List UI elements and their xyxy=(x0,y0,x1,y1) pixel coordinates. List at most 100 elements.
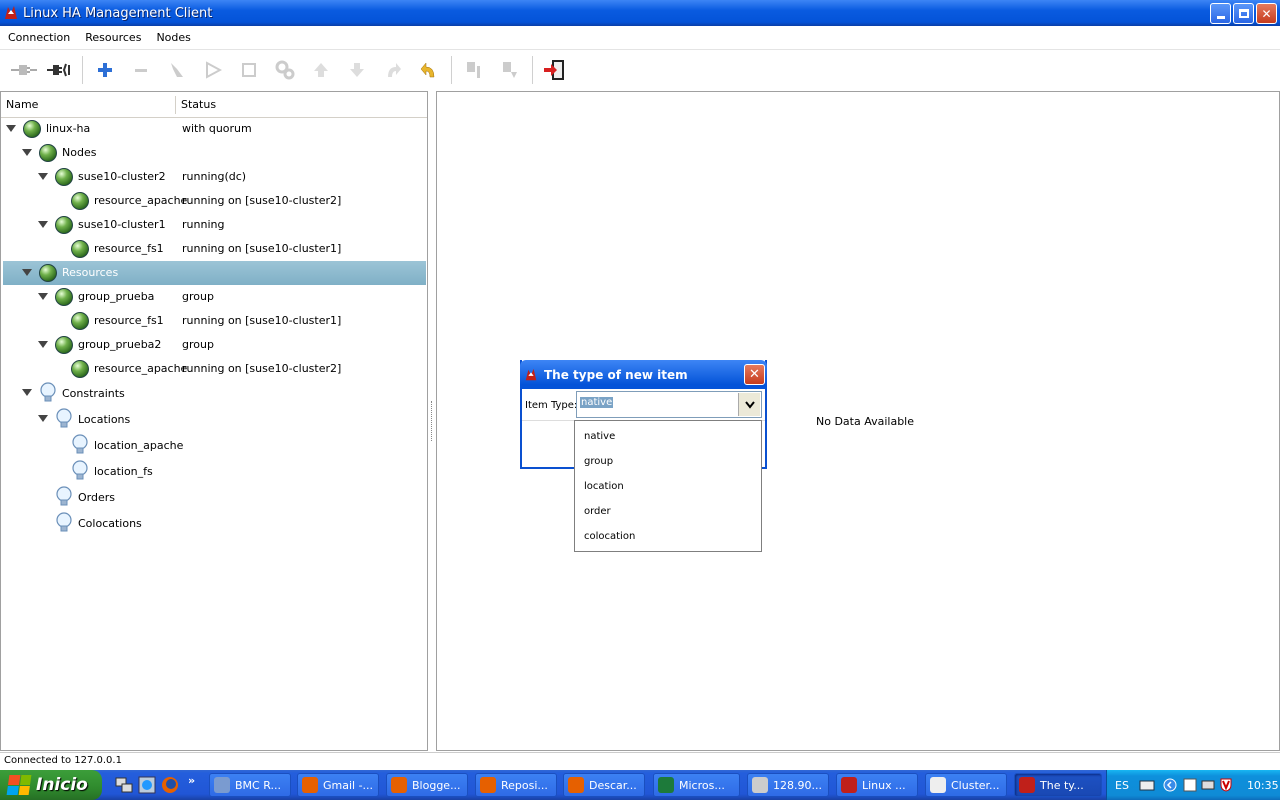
expand-toggle-icon[interactable] xyxy=(22,269,32,276)
tree-row[interactable]: Resources xyxy=(3,261,426,285)
tray-app-icon[interactable] xyxy=(1183,778,1197,792)
start-button[interactable]: Inicio xyxy=(0,770,102,800)
column-name[interactable]: Name xyxy=(1,95,176,114)
menu-resources[interactable]: Resources xyxy=(77,31,148,44)
option-group[interactable]: group xyxy=(584,456,613,467)
option-order[interactable]: order xyxy=(584,506,611,517)
splitter-grip[interactable] xyxy=(431,401,433,441)
status-ok-icon xyxy=(23,120,41,138)
tree-row[interactable]: location_apache xyxy=(3,433,426,459)
maximize-button[interactable] xyxy=(1233,3,1254,24)
undo-button[interactable] xyxy=(411,54,447,86)
tree-node-name: resource_fs1 xyxy=(94,314,164,327)
tree-row[interactable]: linux-ha with quorum xyxy=(3,117,426,141)
title-bar[interactable]: Linux HA Management Client ✕ xyxy=(0,0,1280,26)
item-type-label: Item Type: xyxy=(525,400,578,411)
tree-node-name: Locations xyxy=(78,413,131,426)
item-type-combobox[interactable]: native xyxy=(576,391,762,418)
quicklaunch-overflow-icon[interactable]: » xyxy=(188,774,195,787)
tree-row[interactable]: Nodes xyxy=(3,141,426,165)
tree-row[interactable]: location_fs xyxy=(3,459,426,485)
tree-node-name: location_apache xyxy=(94,439,184,452)
tree-column-header: Name Status xyxy=(1,92,427,118)
gmail-task[interactable]: Gmail -... xyxy=(297,773,379,797)
tree-row[interactable]: resource_fs1 running on [suse10-cluster1] xyxy=(3,309,426,333)
menu-bar: Connection Resources Nodes xyxy=(0,26,1280,50)
dialog-close-button[interactable]: ✕ xyxy=(744,364,765,385)
window-title: Linux HA Management Client xyxy=(23,5,213,21)
exit-button[interactable] xyxy=(537,54,573,86)
disconnect-button[interactable] xyxy=(42,54,78,86)
repository-task[interactable]: Reposi... xyxy=(475,773,557,797)
redo-button[interactable] xyxy=(375,54,411,86)
panel-splitter[interactable] xyxy=(428,91,436,751)
cleanup-button[interactable] xyxy=(159,54,195,86)
tree-row[interactable]: resource_apache running on [suse10-cluste… xyxy=(3,357,426,381)
connect-button[interactable] xyxy=(6,54,42,86)
antivirus-icon[interactable] xyxy=(1219,778,1233,792)
tree-row[interactable]: resource_fs1 running on [suse10-cluster1] xyxy=(3,237,426,261)
clock[interactable]: 10:35 xyxy=(1247,779,1279,792)
tree-row[interactable]: Constraints xyxy=(3,381,426,407)
tree-node-name: resource_apache xyxy=(94,362,188,375)
downloads-task[interactable]: Descar... xyxy=(563,773,645,797)
firefox-icon[interactable] xyxy=(160,775,180,795)
standby-button[interactable] xyxy=(456,54,492,86)
move-down-button[interactable] xyxy=(339,54,375,86)
new-item-dialog-task[interactable]: The ty... xyxy=(1014,773,1102,797)
status-ok-icon xyxy=(39,264,57,282)
tree-node-name: resource_apache xyxy=(94,194,188,207)
expand-toggle-icon[interactable] xyxy=(38,415,48,422)
task-label: Descar... xyxy=(589,778,637,792)
expand-toggle-icon[interactable] xyxy=(6,125,16,132)
item-type-value[interactable]: native xyxy=(580,397,614,408)
remove-button[interactable] xyxy=(123,54,159,86)
menu-nodes[interactable]: Nodes xyxy=(148,31,197,44)
tree-row[interactable]: suse10-cluster2 running(dc) xyxy=(3,165,426,189)
cluster-doc-task[interactable]: Cluster... xyxy=(925,773,1007,797)
minimize-button[interactable] xyxy=(1210,3,1231,24)
tree-node-name: group_prueba2 xyxy=(78,338,162,351)
option-native[interactable]: native xyxy=(584,431,615,442)
expand-toggle-icon[interactable] xyxy=(22,149,32,156)
tree-row[interactable]: resource_apache running on [suse10-cluste… xyxy=(3,189,426,213)
expand-toggle-icon[interactable] xyxy=(38,293,48,300)
close-button[interactable]: ✕ xyxy=(1256,3,1277,24)
menu-connection[interactable]: Connection xyxy=(0,31,77,44)
keyboard-icon[interactable] xyxy=(1139,779,1155,791)
expand-toggle-icon[interactable] xyxy=(38,221,48,228)
column-status[interactable]: Status xyxy=(176,96,216,114)
expand-toggle-icon[interactable] xyxy=(38,173,48,180)
tree-row[interactable]: Orders xyxy=(3,485,426,511)
active-button[interactable] xyxy=(492,54,528,86)
manage-button[interactable] xyxy=(267,54,303,86)
blogger-task[interactable]: Blogge... xyxy=(386,773,468,797)
tree-row[interactable]: Locations xyxy=(3,407,426,433)
stop-button[interactable] xyxy=(231,54,267,86)
excel-task[interactable]: Micros... xyxy=(653,773,740,797)
ssh-task[interactable]: 128.90... xyxy=(747,773,829,797)
tree-node-name: location_fs xyxy=(94,465,153,478)
start-button[interactable] xyxy=(195,54,231,86)
expand-toggle-icon[interactable] xyxy=(22,389,32,396)
option-location[interactable]: location xyxy=(584,481,624,492)
task-label: Gmail -... xyxy=(323,778,374,792)
combobox-dropdown-button[interactable] xyxy=(738,393,760,416)
tree-node-name: resource_fs1 xyxy=(94,242,164,255)
tree-row[interactable]: Colocations xyxy=(3,511,426,537)
dialog-title-bar[interactable]: The type of new item ✕ xyxy=(520,360,767,389)
add-button[interactable] xyxy=(87,54,123,86)
option-colocation[interactable]: colocation xyxy=(584,531,635,542)
tree-row[interactable]: suse10-cluster1 running xyxy=(3,213,426,237)
tree-row[interactable]: group_prueba2 group xyxy=(3,333,426,357)
tree-row[interactable]: group_prueba group xyxy=(3,285,426,309)
language-indicator[interactable]: ES xyxy=(1115,779,1129,792)
linux-ha-task[interactable]: Linux ... xyxy=(836,773,918,797)
network-icon[interactable] xyxy=(114,775,134,795)
tray-network-icon[interactable] xyxy=(1201,778,1215,792)
bmc-task[interactable]: BMC R... xyxy=(209,773,291,797)
expand-toggle-icon[interactable] xyxy=(38,341,48,348)
tray-expand-icon[interactable] xyxy=(1163,778,1177,792)
internet-explorer-icon[interactable] xyxy=(137,775,157,795)
move-up-button[interactable] xyxy=(303,54,339,86)
